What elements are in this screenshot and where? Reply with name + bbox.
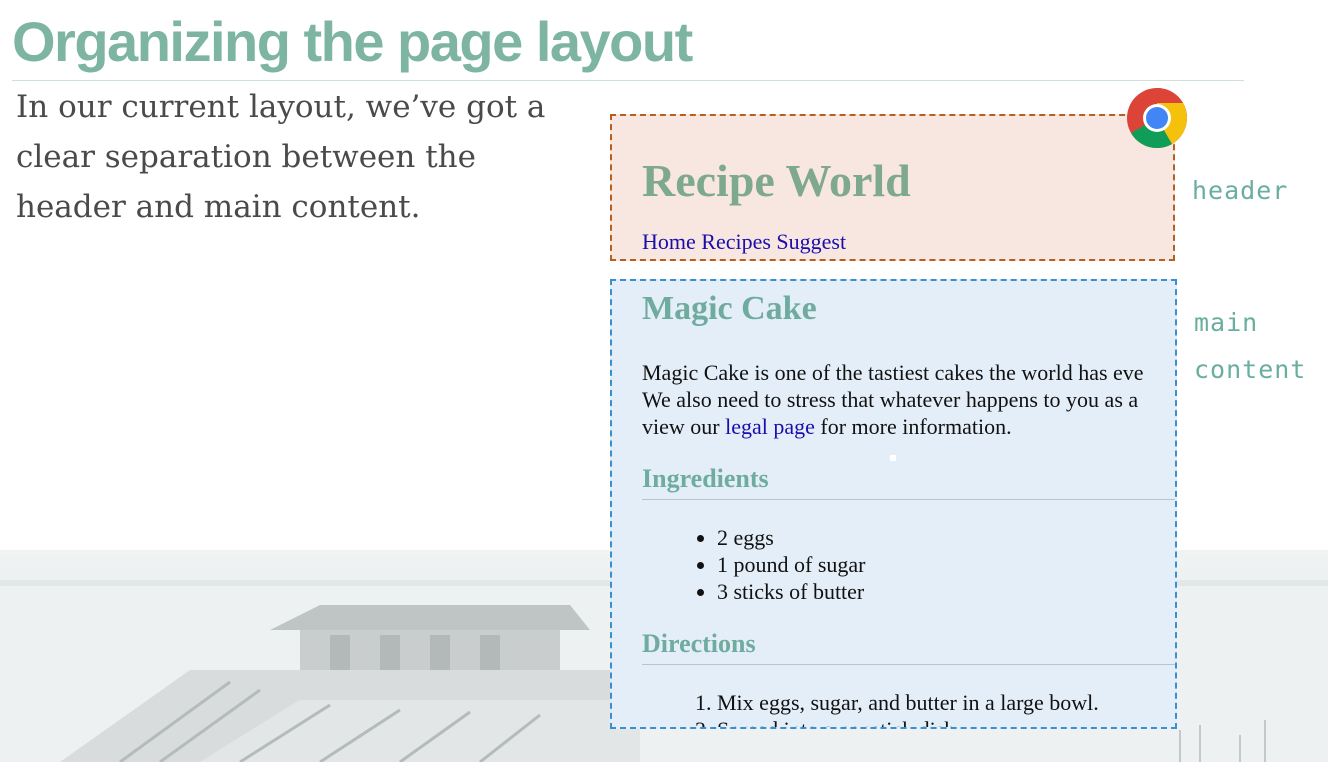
title-divider bbox=[12, 80, 1244, 81]
recipe-title: Magic Cake bbox=[642, 290, 817, 327]
header-annotation: header bbox=[1192, 176, 1289, 205]
page-header-region: Recipe World Home Recipes Suggest bbox=[610, 114, 1175, 261]
nav-link-suggest[interactable]: Suggest bbox=[776, 229, 846, 254]
intro-text: In our current layout, we’ve got a clear… bbox=[16, 82, 606, 232]
directions-list: Mix eggs, sugar, and butter in a large b… bbox=[687, 689, 1099, 727]
description-line-3-start: view our bbox=[642, 414, 726, 439]
main-annotation-line-2: content bbox=[1194, 355, 1307, 384]
intro-line-3: header and main content. bbox=[16, 189, 421, 225]
list-item: 3 sticks of butter bbox=[717, 578, 865, 605]
intro-line-1: In our current layout, we’ve got a bbox=[16, 89, 546, 125]
ingredients-list: 2 eggs 1 pound of sugar 3 sticks of butt… bbox=[687, 524, 865, 605]
list-item: Mix eggs, sugar, and butter in a large b… bbox=[717, 689, 1099, 716]
site-title: Recipe World bbox=[642, 155, 911, 206]
cursor-marker bbox=[890, 455, 896, 461]
list-item: 2 eggs bbox=[717, 524, 865, 551]
chrome-logo-icon bbox=[1127, 88, 1187, 149]
page-main-region: Magic Cake Magic Cake is one of the tast… bbox=[610, 279, 1177, 729]
intro-line-2: clear separation between the bbox=[16, 139, 476, 175]
nav-link-recipes[interactable]: Recipes bbox=[701, 229, 771, 254]
description-line-3-end: for more information. bbox=[814, 414, 1012, 439]
list-item: 1 pound of sugar bbox=[717, 551, 865, 578]
ingredients-heading: Ingredients bbox=[642, 463, 1175, 500]
slide-title: Organizing the page layout bbox=[12, 10, 693, 73]
directions-heading: Directions bbox=[642, 628, 1175, 665]
site-nav: Home Recipes Suggest bbox=[642, 229, 846, 255]
description-line-2: We also need to stress that whatever hap… bbox=[642, 387, 1139, 412]
nav-link-home[interactable]: Home bbox=[642, 229, 696, 254]
description-line-1: Magic Cake is one of the tastiest cakes … bbox=[642, 360, 1144, 385]
legal-page-link[interactable]: legal page bbox=[725, 414, 815, 439]
list-item: Spread into a nonstick dish bbox=[717, 716, 1099, 727]
main-annotation-line-1: main bbox=[1194, 308, 1259, 337]
recipe-description: Magic Cake is one of the tastiest cakes … bbox=[642, 359, 1175, 440]
